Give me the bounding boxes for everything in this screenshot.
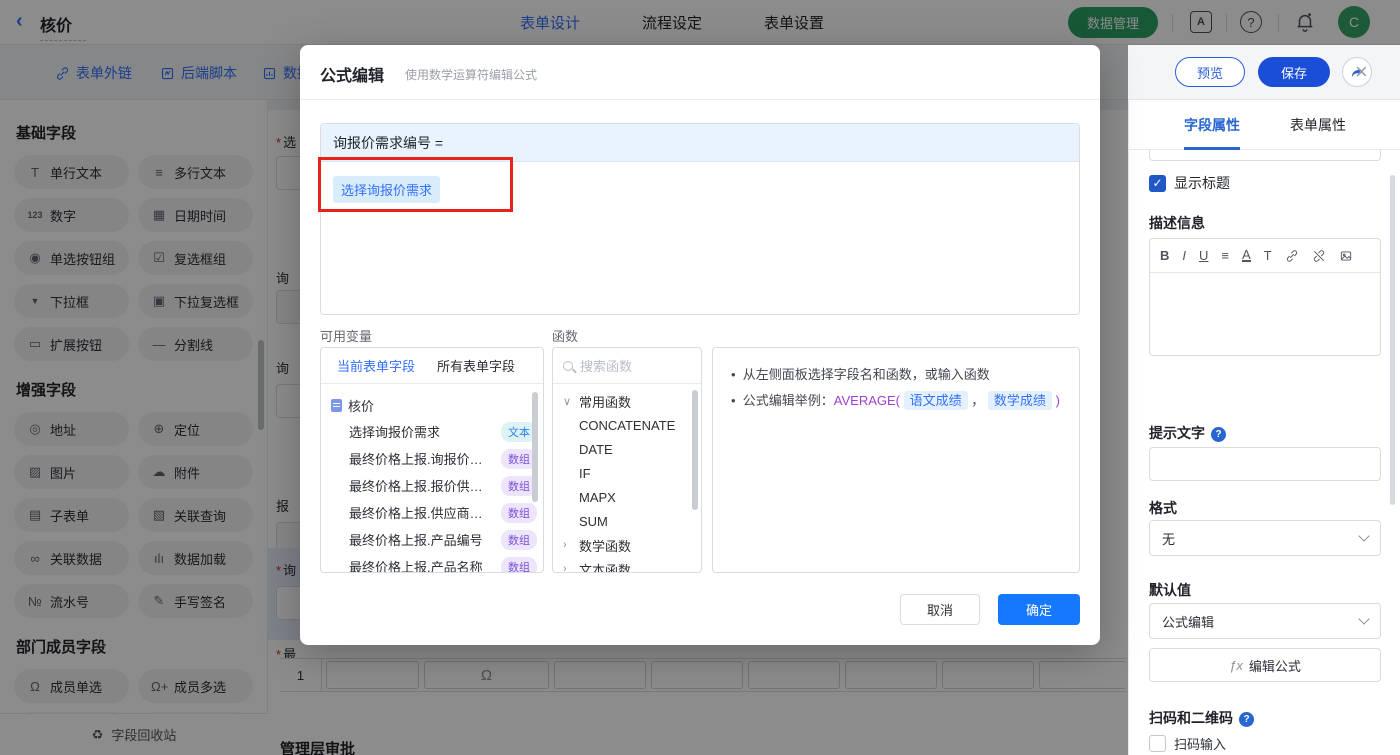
- hint-text-label: 提示文字?: [1149, 423, 1226, 443]
- chevron-down-icon: [1358, 613, 1370, 625]
- variable-item[interactable]: 选择询报价需求 文本: [331, 418, 537, 445]
- editor-toolbar: B I U ≡ A T: [1150, 239, 1380, 273]
- func-item[interactable]: IF: [553, 461, 701, 485]
- tab-field-properties[interactable]: 字段属性: [1184, 100, 1240, 150]
- form-icon: [331, 398, 342, 412]
- align-icon[interactable]: ≡: [1221, 248, 1229, 263]
- func-item[interactable]: DATE: [553, 437, 701, 461]
- default-value-label: 默认值: [1149, 582, 1191, 598]
- variable-item[interactable]: 最终价格上报.供应商… 数组: [331, 499, 537, 526]
- tab-form-properties[interactable]: 表单属性: [1290, 100, 1346, 150]
- bold-icon[interactable]: B: [1160, 248, 1169, 263]
- func-item[interactable]: SUM: [553, 509, 701, 533]
- variable-item[interactable]: 最终价格上报.询报价… 数组: [331, 445, 537, 472]
- variable-item[interactable]: 最终价格上报.产品编号 数组: [331, 526, 537, 553]
- insert-image-icon[interactable]: [1339, 249, 1353, 263]
- search-icon: [563, 360, 573, 371]
- form-node[interactable]: 核价: [331, 392, 537, 418]
- underline-icon[interactable]: U: [1199, 248, 1208, 263]
- show-title-row: ✓ 显示标题: [1149, 173, 1230, 193]
- tab-current-form-fields[interactable]: 当前表单字段: [337, 356, 415, 375]
- func-item[interactable]: MAPX: [553, 485, 701, 509]
- scan-input-row: 扫码输入: [1149, 734, 1226, 753]
- show-title-checkbox[interactable]: ✓: [1149, 174, 1166, 192]
- type-tag: 数组: [501, 529, 537, 550]
- annotation-red-box: [318, 157, 513, 212]
- func-group-common[interactable]: ∨ 常用函数: [553, 389, 701, 413]
- show-title-label: 显示标题: [1174, 175, 1230, 191]
- func-group-text[interactable]: › 文本函数: [553, 557, 701, 573]
- func-item[interactable]: CONCATENATE: [553, 413, 701, 437]
- variables-tree: 核价 选择询报价需求 文本 最终价格上报.询报价… 数组 最终价格上报.报价供… 数组…: [321, 384, 543, 572]
- type-tag: 数组: [501, 502, 537, 523]
- variables-panel: 当前表单字段 所有表单字段 核价 选择询报价需求 文本 最终价格上报.询报价… 数组…: [320, 347, 544, 573]
- functions-scrollbar[interactable]: [692, 390, 698, 510]
- func-group-math[interactable]: › 数学函数: [553, 533, 701, 557]
- tips-panel: • 从左侧面板选择字段名和函数，或输入函数 • 公式编辑举例：AVERAGE( …: [712, 347, 1080, 573]
- hint-text-input[interactable]: [1149, 447, 1381, 481]
- close-icon[interactable]: ×: [1355, 59, 1368, 85]
- help-icon[interactable]: ?: [1211, 427, 1226, 442]
- default-value-select[interactable]: 公式编辑: [1149, 603, 1381, 639]
- save-button[interactable]: 保存: [1258, 57, 1330, 87]
- font-color-icon[interactable]: A: [1242, 248, 1251, 262]
- modal-subtitle: 使用数学运算符编辑公式: [405, 68, 538, 82]
- property-tabs: 字段属性 表单属性: [1129, 100, 1400, 150]
- panel-scrollbar[interactable]: [1390, 175, 1395, 505]
- example-field-chip: 数学成绩: [987, 391, 1052, 410]
- property-panel: 字段属性 表单属性 ✓ 显示标题 描述信息 B I U ≡ A T 提示文字? …: [1128, 100, 1400, 755]
- format-select[interactable]: 无: [1149, 520, 1381, 556]
- remove-link-icon[interactable]: [1312, 249, 1326, 263]
- function-search[interactable]: 搜索函数: [553, 348, 701, 384]
- scan-input-checkbox[interactable]: [1149, 735, 1166, 752]
- cancel-button[interactable]: 取消: [900, 594, 980, 625]
- italic-icon[interactable]: I: [1182, 248, 1186, 263]
- variables-scrollbar[interactable]: [532, 392, 538, 502]
- preview-button[interactable]: 预览: [1175, 57, 1245, 87]
- tab-all-form-fields[interactable]: 所有表单字段: [437, 356, 515, 375]
- format-label: 格式: [1149, 500, 1177, 516]
- tip-line-1: • 从左侧面板选择字段名和函数，或输入函数: [731, 367, 990, 382]
- help-icon[interactable]: ?: [1239, 712, 1254, 727]
- search-placeholder: 搜索函数: [580, 359, 633, 374]
- scan-qr-label: 扫码和二维码?: [1149, 708, 1254, 728]
- description-editor[interactable]: B I U ≡ A T: [1149, 238, 1381, 356]
- variable-item[interactable]: 最终价格上报.产品名称 数组: [331, 553, 537, 572]
- formula-edit-modal: 公式编辑 使用数学运算符编辑公式 × 询报价需求编号 = 选择询报价需求 可用变…: [300, 45, 1368, 645]
- tip-line-2: • 公式编辑举例：AVERAGE( 语文成绩 ， 数学成绩 ): [731, 391, 1060, 410]
- modal-header: 公式编辑 使用数学运算符编辑公式: [300, 45, 1100, 100]
- functions-label: 函数: [552, 329, 579, 344]
- modal-overlay-top: [0, 0, 1400, 45]
- description-label: 描述信息: [1149, 215, 1205, 231]
- edit-formula-button[interactable]: ƒx 编辑公式: [1149, 648, 1381, 682]
- variables-label: 可用变量: [320, 329, 373, 344]
- variable-item[interactable]: 最终价格上报.报价供… 数组: [331, 472, 537, 499]
- right-column: 预览 保存 字段属性 表单属性 ✓ 显示标题 描述信息 B I U ≡ A T: [1128, 45, 1400, 755]
- chevron-down-icon: [1358, 530, 1370, 542]
- insert-link-icon[interactable]: [1285, 249, 1299, 263]
- functions-panel: 搜索函数 ∨ 常用函数 CONCATENATE DATE IF MAPX SUM …: [552, 347, 702, 573]
- example-field-chip: 语文成绩: [903, 391, 968, 410]
- type-tag: 数组: [501, 556, 537, 572]
- variables-tabs: 当前表单字段 所有表单字段: [321, 348, 543, 384]
- font-size-icon[interactable]: T: [1264, 248, 1272, 263]
- scan-input-label: 扫码输入: [1174, 737, 1227, 752]
- modal-title: 公式编辑: [320, 68, 385, 85]
- title-input-partial[interactable]: [1149, 150, 1381, 161]
- fx-icon: ƒx: [1229, 657, 1243, 673]
- confirm-button[interactable]: 确定: [998, 594, 1080, 625]
- formula-editor[interactable]: 询报价需求编号 = 选择询报价需求: [320, 123, 1080, 315]
